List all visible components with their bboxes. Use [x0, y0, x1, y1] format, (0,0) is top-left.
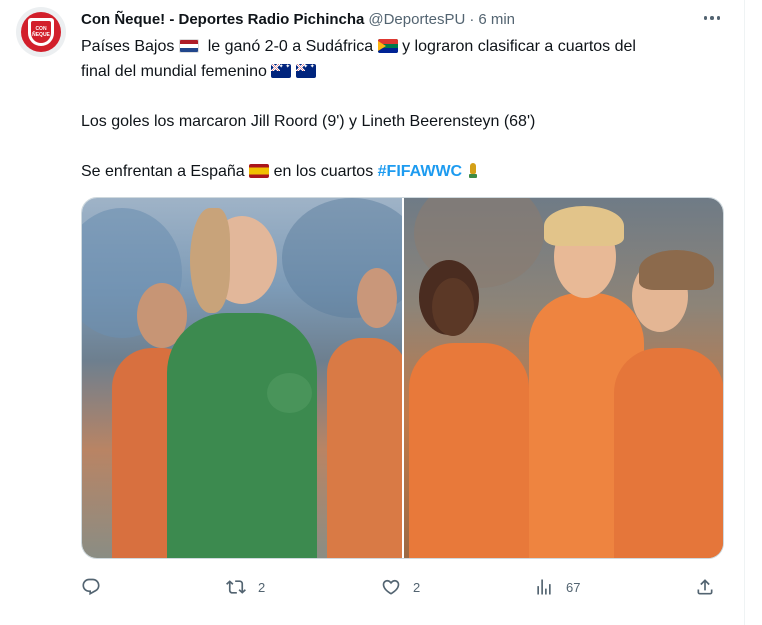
tweet-text: Países Bajos le ganó 2-0 a Sudáfrica y l…: [81, 34, 731, 184]
retweet-button[interactable]: 2: [226, 575, 265, 599]
tweet-text-segment: le ganó 2-0 a Sudáfrica: [207, 38, 374, 55]
south-africa-flag-icon: [377, 39, 398, 53]
more-dot-icon: [703, 16, 708, 20]
user-handle[interactable]: @DeportesPU: [368, 11, 465, 28]
hashtag-link[interactable]: #FIFAWWC: [378, 163, 462, 180]
avatar-logo-text: CON ÑEQUE: [31, 21, 51, 43]
display-name[interactable]: Con Ñeque! - Deportes Radio Pichincha: [81, 11, 364, 28]
trophy-icon: [467, 163, 479, 179]
more-dot-icon: [710, 16, 714, 20]
tweet-text-segment: Los goles los marcaron Jill Roord (9') y…: [81, 113, 536, 130]
views-count: 67: [566, 579, 581, 595]
photo-shape: [638, 250, 714, 290]
photo-goalkeeper[interactable]: [82, 198, 402, 558]
heart-icon: [382, 579, 400, 595]
tweet-actions: 2 2 67: [81, 575, 731, 599]
photo-shape: [543, 206, 624, 246]
reply-icon: [82, 578, 100, 596]
views-button[interactable]: 67: [534, 575, 580, 599]
avatar[interactable]: CON ÑEQUE: [16, 7, 66, 57]
timestamp[interactable]: 6 min: [478, 11, 515, 28]
tweet-line: Países Bajos le ganó 2-0 a Sudáfrica y l…: [81, 34, 731, 59]
share-button[interactable]: [695, 575, 715, 599]
like-count: 2: [413, 579, 421, 595]
reply-button[interactable]: [81, 575, 113, 599]
photo-celebration[interactable]: [403, 198, 723, 558]
more-dot-icon: [716, 16, 721, 20]
australia-flag-icon: [271, 64, 292, 78]
photo-shape: [167, 313, 317, 558]
media-grid: [81, 197, 724, 559]
avatar-logo: CON ÑEQUE: [21, 12, 61, 52]
share-icon: [697, 579, 713, 595]
photo-shape: [357, 268, 397, 328]
retweet-count: 2: [258, 579, 266, 595]
more-options-button[interactable]: [700, 6, 724, 30]
views-chart-icon: [537, 579, 551, 595]
photo-shape: [267, 373, 312, 413]
photo-shape: [431, 278, 474, 336]
like-button[interactable]: 2: [381, 575, 420, 599]
avatar-shield: CON ÑEQUE: [28, 18, 54, 46]
photo-shape: [327, 338, 402, 558]
photo-shape: [613, 348, 723, 558]
tweet[interactable]: CON ÑEQUE Con Ñeque! - Deportes Radio Pi…: [0, 0, 745, 625]
tweet-line: final del mundial femenino: [81, 59, 731, 84]
tweet-text-segment: Países Bajos: [81, 38, 175, 55]
photo-shape: [190, 208, 230, 313]
tweet-line: Se enfrentan a España en los cuartos #FI…: [81, 159, 731, 184]
tweet-header: Con Ñeque! - Deportes Radio Pichincha @D…: [81, 9, 515, 29]
spain-flag-icon: [249, 164, 270, 178]
photo-shape: [408, 343, 529, 558]
tweet-text-segment: Se enfrentan a España: [81, 163, 245, 180]
retweet-icon: [226, 580, 246, 594]
tweet-text-segment: final del mundial femenino: [81, 63, 267, 80]
tweet-text-segment: en los cuartos: [273, 163, 374, 180]
tweet-text-segment: y lograron clasificar a cuartos del: [402, 38, 636, 55]
netherlands-flag-icon: [178, 39, 199, 53]
new-zealand-flag-icon: [295, 64, 316, 78]
separator-dot: ·: [469, 10, 475, 28]
tweet-line: Los goles los marcaron Jill Roord (9') y…: [81, 109, 731, 134]
